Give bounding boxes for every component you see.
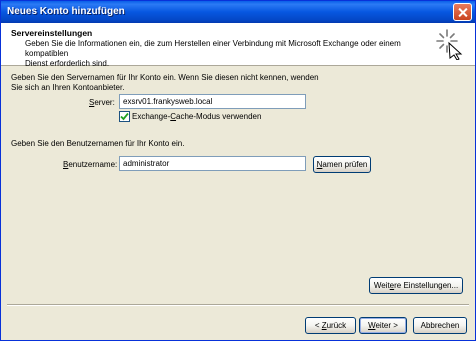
back-button[interactable]: < Zurück bbox=[305, 317, 356, 334]
user-intro: Geben Sie den Benutzernamen für Ihr Kont… bbox=[11, 139, 185, 148]
username-input-value: administrator bbox=[123, 159, 170, 168]
cache-mode-checkbox[interactable] bbox=[119, 111, 130, 122]
close-button[interactable] bbox=[453, 3, 472, 21]
check-names-rest: amen prüfen bbox=[322, 160, 368, 169]
header-description-line2: Dienst erforderlich sind. bbox=[25, 59, 110, 68]
next-button[interactable]: Weiter > bbox=[359, 317, 407, 334]
cache-label-post: ache-Modus verwenden bbox=[176, 112, 262, 121]
username-input[interactable]: administrator bbox=[119, 156, 306, 171]
server-intro-line2: Sie sich an Ihren Kontoanbieter. bbox=[11, 83, 125, 92]
username-label: Benutzername: bbox=[63, 160, 117, 169]
footer-divider bbox=[7, 304, 469, 306]
server-intro: Geben Sie den Servernamen für Ihr Konto … bbox=[11, 73, 319, 93]
back-pre: < bbox=[314, 321, 322, 330]
server-label: Server: bbox=[89, 98, 115, 107]
title-bar[interactable]: Neues Konto hinzufügen bbox=[1, 1, 475, 23]
more-settings-button[interactable]: Weitere Einstellungen... bbox=[369, 277, 463, 294]
window-title: Neues Konto hinzufügen bbox=[7, 6, 125, 17]
server-label-rest: erver: bbox=[94, 98, 115, 107]
server-input-value: exsrv01.frankysweb.local bbox=[123, 97, 213, 106]
header-title: Servereinstellungen bbox=[11, 28, 93, 38]
wizard-sparkle-icon bbox=[436, 29, 463, 60]
cache-label-pre: Exchange- bbox=[132, 112, 171, 121]
next-post: eiter > bbox=[375, 321, 398, 330]
header-description: Geben Sie die Informationen ein, die zum… bbox=[25, 39, 425, 69]
back-post: urück bbox=[326, 321, 347, 330]
checkmark-icon bbox=[120, 112, 129, 121]
check-names-button[interactable]: Namen prüfen bbox=[313, 156, 371, 173]
dialog-window: Neues Konto hinzufügen Servereinstellung… bbox=[0, 0, 476, 341]
header-description-line1: Geben Sie die Informationen ein, die zum… bbox=[25, 39, 401, 58]
server-input[interactable]: exsrv01.frankysweb.local bbox=[119, 94, 306, 109]
more-settings-pre: Weit bbox=[373, 281, 390, 290]
more-settings-post: re Einstellungen... bbox=[394, 281, 459, 290]
cache-mode-label[interactable]: Exchange-Cache-Modus verwenden bbox=[132, 112, 261, 121]
cancel-button[interactable]: Abbrechen bbox=[413, 317, 467, 334]
server-intro-line1: Geben Sie den Servernamen für Ihr Konto … bbox=[11, 73, 319, 82]
wizard-header: Servereinstellungen Geben Sie die Inform… bbox=[1, 23, 475, 69]
username-label-rest: enutzername: bbox=[68, 160, 118, 169]
